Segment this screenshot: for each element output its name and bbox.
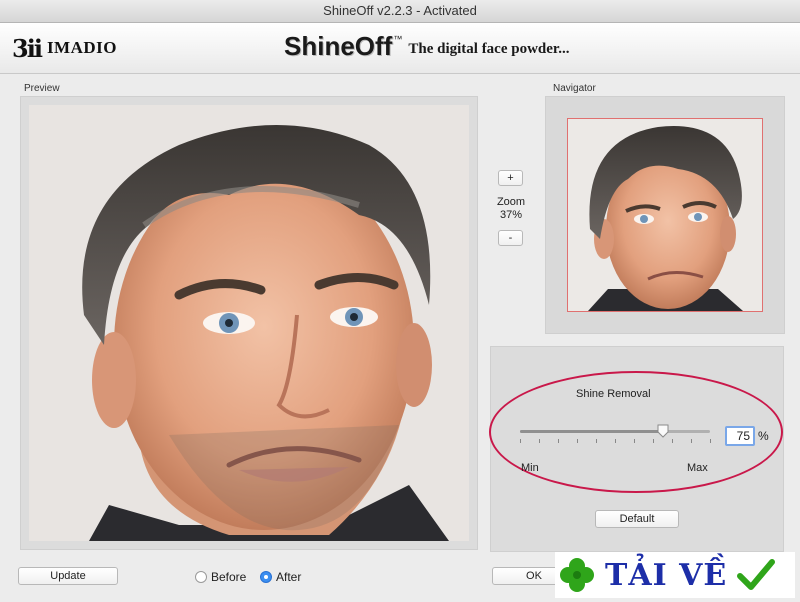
shine-removal-title: Shine Removal (576, 388, 651, 400)
before-radio-dot[interactable] (195, 571, 207, 583)
app-banner: 3ii IMADIO ShineOff ™ The digital face p… (0, 23, 800, 74)
update-button[interactable]: Update (18, 567, 118, 585)
navigator-label: Navigator (553, 83, 596, 94)
zoom-value: 37% (499, 209, 523, 221)
watermark-text: TẢI VỀ (605, 557, 728, 593)
product-tagline: The digital face powder... (408, 41, 570, 57)
shine-slider-thumb[interactable] (657, 424, 669, 438)
imadio-logo: 3ii (12, 33, 43, 63)
window-title: ShineOff v2.2.3 - Activated (323, 3, 477, 18)
face-portrait-large (29, 105, 469, 541)
after-radio[interactable]: After (260, 570, 301, 584)
watermark-banner: TẢI VỀ (555, 552, 795, 598)
zoom-readout: Zoom 37% (490, 196, 532, 222)
slider-tick (653, 439, 654, 443)
trademark-symbol: ™ (393, 34, 403, 44)
preview-image[interactable] (29, 105, 469, 541)
zoom-out-button[interactable]: - (498, 230, 523, 246)
brand-logo-area: 3ii IMADIO (12, 33, 117, 63)
slider-tick (615, 439, 616, 443)
before-radio-label: Before (211, 570, 247, 584)
shine-slider-track[interactable] (520, 430, 710, 433)
slider-tick (691, 439, 692, 443)
face-portrait-thumbnail (568, 119, 762, 311)
checkmark-icon (737, 559, 776, 590)
percent-unit: % (758, 429, 769, 443)
after-radio-label: After (276, 570, 302, 584)
slider-tick (672, 439, 673, 443)
zoom-in-button[interactable]: + (498, 170, 523, 186)
zoom-label: Zoom (496, 196, 526, 208)
slider-tick (634, 439, 635, 443)
slider-tick (577, 439, 578, 443)
shine-value-input[interactable]: 75 (725, 426, 755, 446)
after-radio-dot[interactable] (260, 571, 272, 583)
slider-max-label: Max (687, 462, 708, 474)
shine-slider-fill (520, 430, 663, 433)
default-button[interactable]: Default (595, 510, 679, 528)
window-title-bar: ShineOff v2.2.3 - Activated (0, 0, 800, 23)
preview-label: Preview (24, 83, 60, 94)
navigator-panel (545, 96, 785, 334)
slider-tick (710, 439, 711, 443)
product-title: ShineOff ™ The digital face powder... (284, 31, 569, 62)
slider-tick (539, 439, 540, 443)
product-name: ShineOff (284, 31, 393, 61)
slider-min-label: Min (521, 462, 539, 474)
before-radio[interactable]: Before (195, 570, 246, 584)
slider-tick (596, 439, 597, 443)
navigator-viewport[interactable] (567, 118, 763, 312)
preview-panel (20, 96, 478, 550)
clover-icon (560, 558, 594, 592)
slider-tick (520, 439, 521, 443)
slider-tick (558, 439, 559, 443)
brand-name: IMADIO (46, 38, 117, 57)
